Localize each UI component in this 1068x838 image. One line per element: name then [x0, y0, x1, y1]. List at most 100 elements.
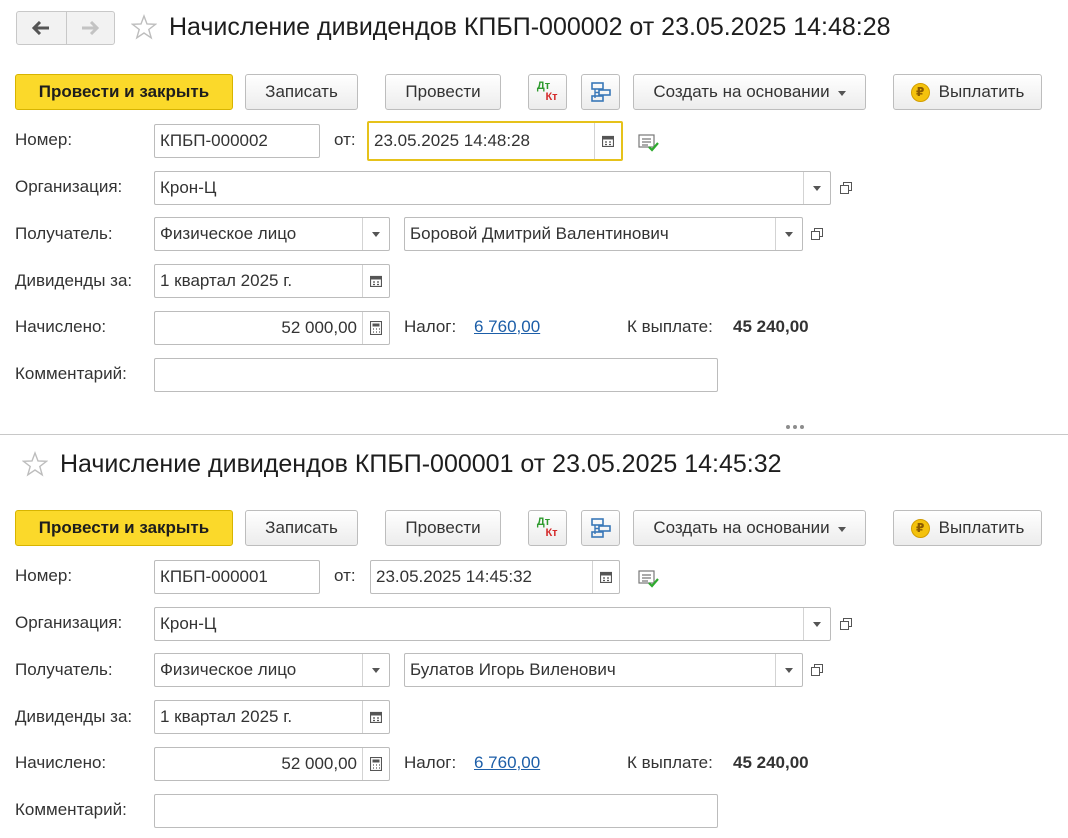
- from-label: от:: [334, 130, 356, 149]
- recipient-field[interactable]: Булатов Игорь Виленович: [404, 653, 803, 687]
- comment-field[interactable]: [154, 794, 718, 828]
- kt-label: Кт: [545, 91, 558, 103]
- window-splitter[interactable]: [0, 434, 1068, 435]
- chevron-down-icon: [837, 526, 846, 532]
- date-field[interactable]: 23.05.2025 14:48:28: [367, 121, 623, 161]
- open-window-icon: [810, 228, 823, 240]
- open-window-icon: [810, 664, 823, 676]
- post-button[interactable]: Провести: [385, 510, 501, 546]
- ruble-coin-icon: ₽: [910, 82, 930, 102]
- open-recipient-button[interactable]: [804, 653, 829, 687]
- post-and-close-button[interactable]: Провести и закрыть: [15, 74, 233, 110]
- save-button[interactable]: Записать: [245, 74, 358, 110]
- pay-button[interactable]: ₽ Выплатить: [893, 510, 1042, 546]
- accrued-label: Начислено:: [15, 753, 107, 772]
- dropdown-icon[interactable]: [775, 654, 802, 686]
- period-field[interactable]: 1 квартал 2025 г.: [154, 264, 390, 298]
- comment-field[interactable]: [154, 358, 718, 392]
- forward-button[interactable]: [65, 12, 115, 44]
- post-button[interactable]: Провести: [385, 74, 501, 110]
- create-based-on-label: Создать на основании: [653, 518, 830, 537]
- accrued-field[interactable]: 52 000,00: [154, 747, 390, 781]
- payout-value: 45 240,00: [733, 753, 809, 772]
- open-organization-button[interactable]: [833, 607, 858, 641]
- calculator-icon[interactable]: [362, 312, 389, 344]
- dropdown-icon[interactable]: [803, 608, 830, 640]
- open-window-icon: [839, 182, 852, 194]
- document-form-2: Начисление дивидендов КПБП-000001 от 23.…: [0, 436, 1068, 838]
- recipient-value: Боровой Дмитрий Валентинович: [410, 224, 669, 243]
- document-title: Начисление дивидендов КПБП-000001 от 23.…: [60, 450, 782, 478]
- comment-label: Комментарий:: [15, 800, 127, 819]
- dropdown-icon[interactable]: [362, 218, 389, 250]
- accrued-field[interactable]: 52 000,00: [154, 311, 390, 345]
- structure-button[interactable]: [581, 74, 620, 110]
- period-label: Дивиденды за:: [15, 707, 133, 726]
- back-button[interactable]: [17, 12, 66, 44]
- splitter-handle[interactable]: [786, 425, 804, 429]
- comment-label: Комментарий:: [15, 364, 127, 383]
- dropdown-icon[interactable]: [362, 654, 389, 686]
- hierarchy-icon: [590, 518, 611, 538]
- period-field[interactable]: 1 квартал 2025 г.: [154, 700, 390, 734]
- pay-label: Выплатить: [938, 518, 1025, 537]
- structure-button[interactable]: [581, 510, 620, 546]
- dt-kt-button[interactable]: Дт Кт: [528, 74, 567, 110]
- recipient-type-field[interactable]: Физическое лицо: [154, 653, 390, 687]
- period-label: Дивиденды за:: [15, 271, 133, 290]
- posting-status-icon[interactable]: [638, 134, 660, 152]
- create-based-on-button[interactable]: Создать на основании: [633, 510, 866, 546]
- period-value: 1 квартал 2025 г.: [160, 707, 293, 726]
- open-recipient-button[interactable]: [804, 217, 829, 251]
- recipient-label: Получатель:: [15, 224, 113, 243]
- calendar-icon[interactable]: [592, 561, 619, 593]
- calendar-icon[interactable]: [594, 123, 621, 159]
- post-and-close-button[interactable]: Провести и закрыть: [15, 510, 233, 546]
- create-based-on-button[interactable]: Создать на основании: [633, 74, 866, 110]
- organization-value: Крон-Ц: [160, 178, 217, 197]
- tax-link[interactable]: 6 760,00: [474, 317, 540, 337]
- accrued-value: 52 000,00: [281, 318, 357, 337]
- dropdown-icon[interactable]: [775, 218, 802, 250]
- payout-label: К выплате:: [627, 317, 713, 336]
- payout-label: К выплате:: [627, 753, 713, 772]
- open-organization-button[interactable]: [833, 171, 858, 205]
- ruble-coin-icon: ₽: [910, 518, 930, 538]
- recipient-label: Получатель:: [15, 660, 113, 679]
- hierarchy-icon: [590, 82, 611, 102]
- document-title: Начисление дивидендов КПБП-000002 от 23.…: [169, 13, 891, 41]
- organization-field[interactable]: Крон-Ц: [154, 171, 831, 205]
- arrow-right-icon: [82, 21, 100, 35]
- recipient-value: Булатов Игорь Виленович: [410, 660, 616, 679]
- calculator-icon[interactable]: [362, 748, 389, 780]
- save-button[interactable]: Записать: [245, 510, 358, 546]
- document-form-1: Начисление дивидендов КПБП-000002 от 23.…: [0, 0, 1068, 420]
- organization-label: Организация:: [15, 613, 123, 632]
- dropdown-icon[interactable]: [803, 172, 830, 204]
- number-value: КПБП-000002: [160, 131, 268, 150]
- number-label: Номер:: [15, 566, 73, 585]
- kt-label: Кт: [545, 527, 558, 539]
- pay-button[interactable]: ₽ Выплатить: [893, 74, 1042, 110]
- date-value: 23.05.2025 14:45:32: [376, 567, 532, 586]
- favorite-star-icon[interactable]: [22, 451, 48, 477]
- number-field[interactable]: КПБП-000001: [154, 560, 320, 594]
- calendar-icon[interactable]: [362, 701, 389, 733]
- date-field[interactable]: 23.05.2025 14:45:32: [370, 560, 620, 594]
- dt-kt-button[interactable]: Дт Кт: [528, 510, 567, 546]
- organization-value: Крон-Ц: [160, 614, 217, 633]
- accrued-value: 52 000,00: [281, 754, 357, 773]
- from-label: от:: [334, 566, 356, 585]
- tax-link[interactable]: 6 760,00: [474, 753, 540, 773]
- number-value: КПБП-000001: [160, 567, 268, 586]
- posting-status-icon[interactable]: [638, 570, 660, 588]
- recipient-type-field[interactable]: Физическое лицо: [154, 217, 390, 251]
- recipient-field[interactable]: Боровой Дмитрий Валентинович: [404, 217, 803, 251]
- number-field[interactable]: КПБП-000002: [154, 124, 320, 158]
- recipient-type-value: Физическое лицо: [160, 224, 297, 243]
- open-window-icon: [839, 618, 852, 630]
- organization-label: Организация:: [15, 177, 123, 196]
- organization-field[interactable]: Крон-Ц: [154, 607, 831, 641]
- favorite-star-icon[interactable]: [131, 14, 157, 40]
- calendar-icon[interactable]: [362, 265, 389, 297]
